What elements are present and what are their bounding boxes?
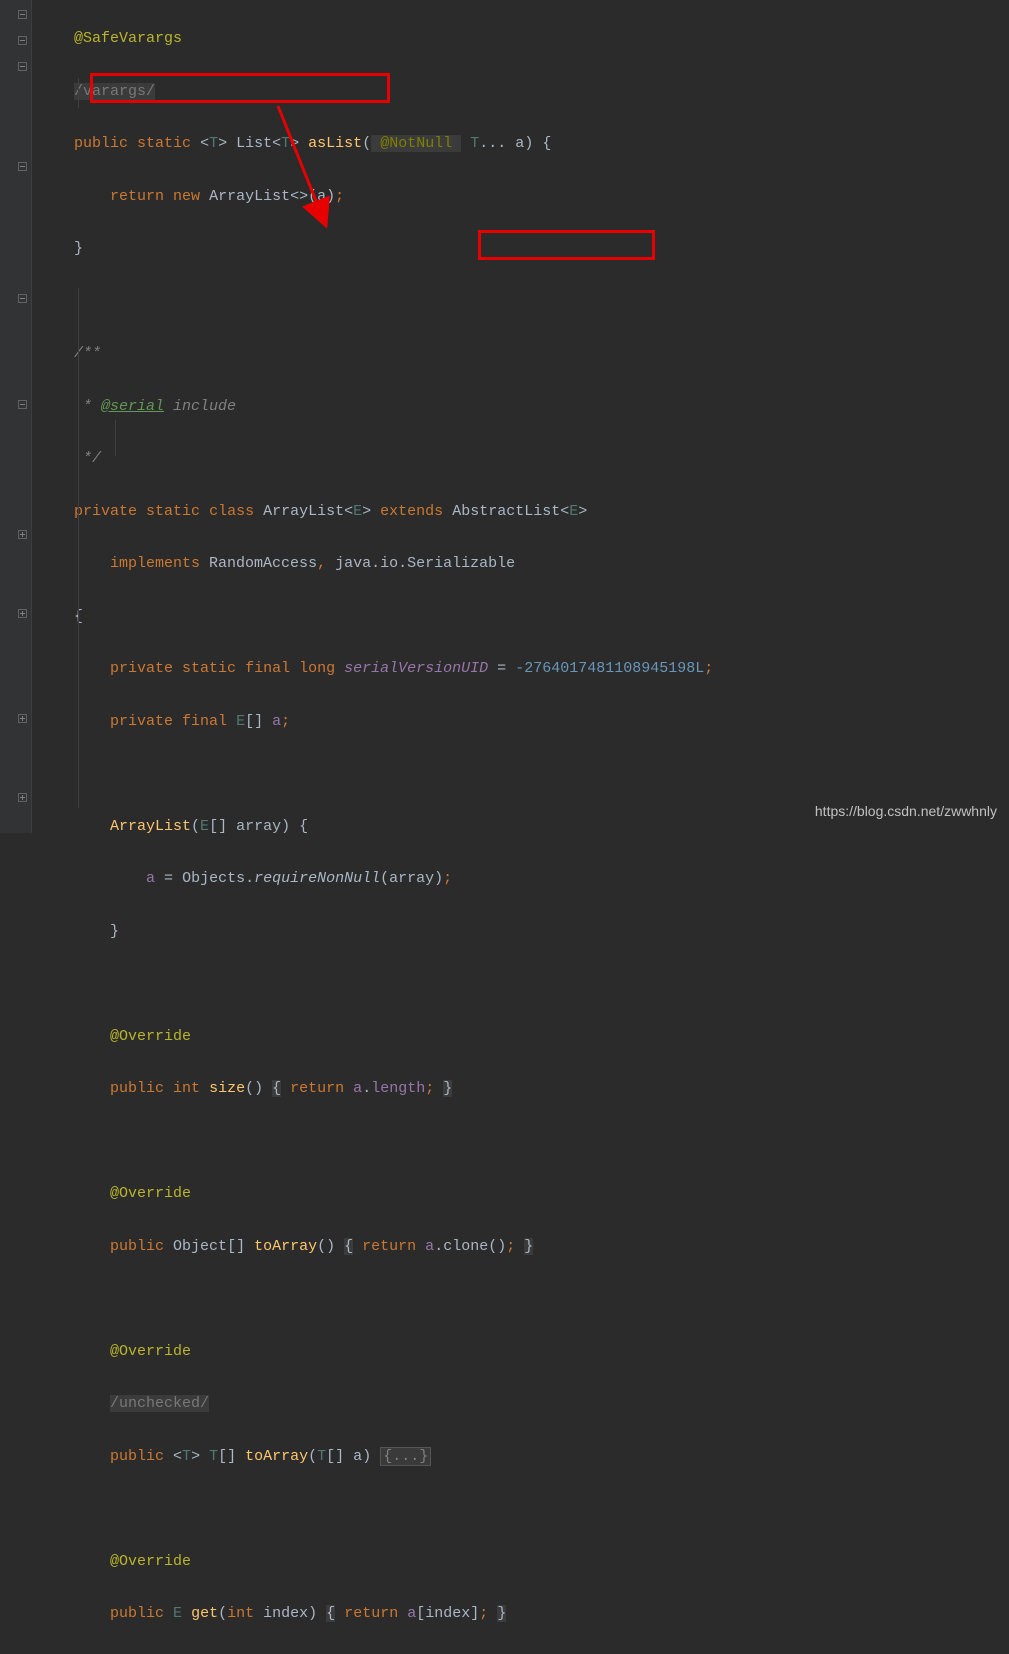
code-line[interactable]: a = Objects.requireNonNull(array); xyxy=(38,866,1009,892)
fold-toggle-icon[interactable] xyxy=(18,62,27,71)
code-line[interactable]: * @serial include xyxy=(38,394,1009,420)
code-line[interactable]: /varargs/ xyxy=(38,79,1009,105)
code-line[interactable]: @SafeVarargs xyxy=(38,26,1009,52)
indent-guide xyxy=(78,288,79,808)
fold-toggle-icon[interactable] xyxy=(18,162,27,171)
indent-guide xyxy=(78,78,79,108)
code-line[interactable]: public Object[] toArray() { return a.clo… xyxy=(38,1234,1009,1260)
fold-toggle-icon[interactable] xyxy=(18,400,27,409)
watermark: https://blog.csdn.net/zwwhnly xyxy=(815,799,997,824)
indent-guide xyxy=(115,420,116,456)
code-editor[interactable]: @SafeVarargs /varargs/ public static <T>… xyxy=(32,0,1009,1654)
folded-block[interactable]: {...} xyxy=(380,1447,431,1466)
code-line[interactable]: @Override xyxy=(38,1024,1009,1050)
code-line[interactable]: public static <T> List<T> asList( @NotNu… xyxy=(38,131,1009,157)
code-line[interactable]: private static class ArrayList<E> extend… xyxy=(38,499,1009,525)
fold-expand-icon[interactable] xyxy=(18,609,27,618)
code-line[interactable]: @Override xyxy=(38,1549,1009,1575)
fold-expand-icon[interactable] xyxy=(18,714,27,723)
fold-toggle-icon[interactable] xyxy=(18,294,27,303)
code-line[interactable]: private final E[] a; xyxy=(38,709,1009,735)
code-line[interactable]: implements RandomAccess, java.io.Seriali… xyxy=(38,551,1009,577)
code-line[interactable]: } xyxy=(38,236,1009,262)
code-line[interactable]: /** xyxy=(38,341,1009,367)
fold-toggle-icon[interactable] xyxy=(18,10,27,19)
code-line[interactable]: return new ArrayList<>(a); xyxy=(38,184,1009,210)
code-line[interactable]: } xyxy=(38,919,1009,945)
code-line[interactable]: { xyxy=(38,604,1009,630)
code-line[interactable]: public <T> T[] toArray(T[] a) {...} xyxy=(38,1444,1009,1470)
code-line[interactable] xyxy=(38,1129,1009,1155)
code-line[interactable]: @Override xyxy=(38,1339,1009,1365)
code-line[interactable]: /unchecked/ xyxy=(38,1391,1009,1417)
code-line[interactable]: private static final long serialVersionU… xyxy=(38,656,1009,682)
code-line[interactable] xyxy=(38,971,1009,997)
code-line[interactable]: @Override xyxy=(38,1181,1009,1207)
fold-expand-icon[interactable] xyxy=(18,793,27,802)
code-line[interactable] xyxy=(38,1496,1009,1522)
code-line[interactable] xyxy=(38,1286,1009,1312)
code-line[interactable]: */ xyxy=(38,446,1009,472)
fold-toggle-icon[interactable] xyxy=(18,36,27,45)
code-line[interactable] xyxy=(38,289,1009,315)
code-line[interactable] xyxy=(38,761,1009,787)
code-line[interactable]: public int size() { return a.length; } xyxy=(38,1076,1009,1102)
fold-expand-icon[interactable] xyxy=(18,530,27,539)
code-line[interactable]: public E get(int index) { return a[index… xyxy=(38,1601,1009,1627)
editor-gutter[interactable] xyxy=(0,0,32,833)
